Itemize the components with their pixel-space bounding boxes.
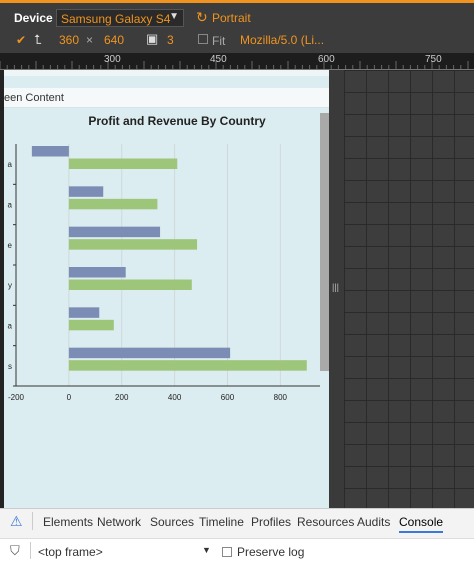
x-tick-label: 600: [221, 393, 235, 402]
tab-console[interactable]: Console: [399, 515, 444, 533]
preserve-log-checkbox[interactable]: [222, 547, 232, 557]
emulated-viewport: een Content Profit and Revenue By Countr…: [4, 70, 329, 508]
content-header: een Content: [4, 88, 329, 108]
top-ruler: 300 450 600 750: [0, 53, 474, 70]
tab-profiles[interactable]: Profiles: [251, 515, 291, 529]
console-toolbar: ⛉ <top frame> ▼ Preserve log: [0, 538, 474, 563]
bar: [68, 158, 178, 169]
y-tick-label: a: [8, 201, 13, 210]
ruler-tick-450: 450: [210, 54, 227, 65]
y-tick-label: a: [8, 322, 13, 331]
x-tick-label: 800: [274, 393, 288, 402]
device-label: Device: [14, 11, 53, 25]
page-scrollbar[interactable]: [320, 113, 329, 371]
bar: [68, 198, 158, 210]
bar: [68, 319, 114, 331]
tab-network[interactable]: Network: [97, 515, 141, 529]
ruler-tick-600: 600: [318, 54, 335, 65]
device-toolbar: Device Samsung Galaxy S4 ▼ ↻ Portrait ✔ …: [0, 3, 474, 53]
bar: [68, 307, 100, 318]
width-field[interactable]: 360: [59, 33, 79, 47]
device-select-value: Samsung Galaxy S4: [61, 12, 171, 26]
content-header-title: een Content: [4, 92, 64, 104]
y-tick-label: s: [8, 362, 12, 371]
rotate-icon[interactable]: ↻: [196, 9, 208, 26]
ruler-tick-750: 750: [425, 54, 442, 65]
tab-sources[interactable]: Sources: [150, 515, 194, 529]
chevron-down-icon: ▼: [169, 11, 179, 22]
device-select[interactable]: Samsung Galaxy S4 ▼: [56, 9, 184, 27]
orientation-toggle[interactable]: Portrait: [212, 11, 251, 25]
tab-timeline[interactable]: Timeline: [199, 515, 244, 529]
bar: [31, 146, 69, 157]
bar: [68, 267, 126, 278]
bar: [68, 347, 231, 359]
emulate-checkbox-icon[interactable]: ✔: [16, 33, 26, 47]
tab-elements[interactable]: Elements: [43, 515, 93, 529]
frame-select-value[interactable]: <top frame>: [38, 545, 103, 559]
user-agent-field[interactable]: Mozilla/5.0 (Li...: [240, 33, 324, 47]
devtools-panel: ⚠ Elements Network Sources Timeline Prof…: [0, 508, 474, 563]
warning-icon[interactable]: ⚠: [10, 513, 23, 530]
y-tick-label: y: [8, 281, 12, 290]
fit-checkbox[interactable]: [198, 34, 208, 44]
chart-title: Profit and Revenue By Country: [88, 114, 266, 128]
bar: [68, 226, 161, 238]
tab-audits[interactable]: Audits: [357, 515, 390, 529]
viewport-resize-gutter[interactable]: |||: [329, 70, 344, 508]
fit-label: Fit: [212, 34, 226, 48]
screen-icon: ▣: [146, 31, 159, 46]
y-tick-label: a: [8, 160, 13, 169]
background-grid: [344, 70, 474, 508]
x-tick-label: -200: [8, 393, 25, 402]
height-field[interactable]: 640: [104, 33, 124, 47]
swap-dimensions-icon[interactable]: ⮤: [34, 32, 42, 48]
x-tick-label: 0: [67, 393, 72, 402]
x-tick-label: 200: [115, 393, 129, 402]
preserve-log-label: Preserve log: [237, 545, 305, 559]
ruler-tick-300: 300: [104, 54, 121, 65]
y-tick-label: e: [8, 241, 13, 250]
bar: [68, 239, 198, 250]
frame-select-chevron-icon[interactable]: ▼: [202, 545, 211, 555]
dpr-field[interactable]: 3: [167, 33, 174, 47]
divider: [32, 512, 33, 530]
divider: [30, 542, 31, 559]
x-tick-label: 400: [168, 393, 182, 402]
page-top-band: [4, 70, 329, 76]
tab-resources[interactable]: Resources: [297, 515, 354, 529]
resize-handle-icon[interactable]: |||: [332, 282, 339, 292]
profit-revenue-chart: Profit and Revenue By Country -200 0 200 400…: [8, 114, 320, 402]
filter-icon[interactable]: ⛉: [10, 543, 20, 559]
bar: [68, 360, 307, 371]
bar: [68, 279, 192, 290]
times-symbol: ×: [86, 33, 94, 47]
bar: [68, 186, 104, 197]
